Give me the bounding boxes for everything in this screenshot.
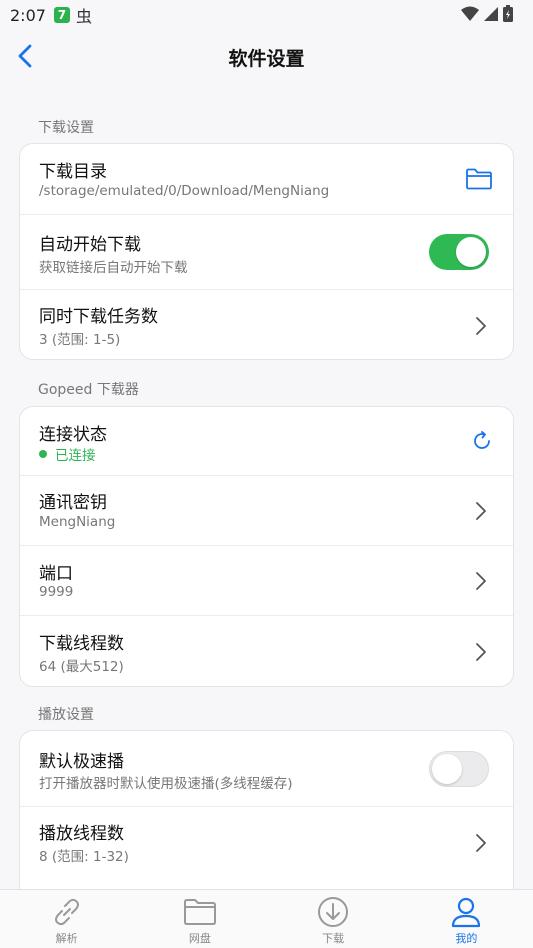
row-title: 端口 bbox=[39, 564, 73, 584]
row-subtitle: 获取链接后自动开始下载 bbox=[39, 260, 188, 276]
row-subtitle: 9999 bbox=[39, 584, 74, 600]
row-title: 播放线程数 bbox=[39, 824, 124, 844]
refresh-button[interactable] bbox=[471, 430, 493, 452]
row-title: 下载线程数 bbox=[39, 634, 124, 654]
app-notification-icon: 7 bbox=[53, 7, 70, 23]
chevron-right-icon bbox=[476, 833, 486, 852]
row-subtitle: 8 (范围: 1-32) bbox=[39, 849, 129, 865]
row-title: 同时下载任务数 bbox=[39, 307, 158, 327]
folder-button[interactable] bbox=[465, 168, 493, 190]
status-right bbox=[461, 5, 513, 22]
section-label-download: 下载设置 bbox=[38, 120, 94, 136]
row-download-dir[interactable]: 下载目录 /storage/emulated/0/Download/MengNi… bbox=[20, 144, 513, 215]
fast-play-toggle[interactable] bbox=[429, 750, 489, 787]
tab-label: 我的 bbox=[455, 932, 478, 945]
row-title: 通讯密钥 bbox=[39, 493, 107, 513]
page-title: 软件设置 bbox=[228, 48, 305, 70]
chevron-right-icon bbox=[476, 316, 486, 335]
row-playback-threads[interactable]: 播放线程数 8 (范围: 1-32) bbox=[20, 807, 513, 878]
bug-glyph: 虫 bbox=[75, 7, 92, 26]
folder-icon bbox=[466, 168, 492, 190]
row-subtitle: 64 (最大512) bbox=[39, 659, 124, 675]
refresh-icon bbox=[474, 431, 490, 449]
row-subtitle: 3 (范围: 1-5) bbox=[39, 332, 121, 348]
tab-label: 网盘 bbox=[188, 932, 211, 945]
app-header: 软件设置 bbox=[0, 30, 533, 82]
row-download-threads[interactable]: 下载线程数 64 (最大512) bbox=[20, 616, 513, 686]
status-bar: 2:07 7 虫 bbox=[0, 0, 533, 30]
connection-status-text: 已连接 bbox=[39, 444, 96, 464]
tab-parse[interactable]: 解析 bbox=[0, 890, 133, 948]
link-icon bbox=[54, 898, 79, 926]
toggle-knob bbox=[456, 237, 486, 267]
tab-cloud-drive[interactable]: 网盘 bbox=[133, 890, 266, 948]
bug-notification-icon: 虫 bbox=[75, 6, 94, 26]
row-subtitle: 打开播放器时默认使用极速播(多线程缓存) bbox=[39, 776, 293, 792]
row-port[interactable]: 端口 9999 bbox=[20, 546, 513, 616]
row-default-fast-play[interactable]: 默认极速播 打开播放器时默认使用极速播(多线程缓存) bbox=[20, 731, 513, 807]
chevron-right-icon bbox=[476, 643, 486, 661]
status-label: 已连接 bbox=[55, 448, 96, 464]
row-subtitle: /storage/emulated/0/Download/MengNiang bbox=[39, 183, 330, 199]
tab-label: 下载 bbox=[322, 932, 345, 945]
chevron-right-icon bbox=[476, 501, 486, 520]
chevron-right-icon bbox=[476, 571, 486, 590]
row-subtitle: MengNiang bbox=[39, 514, 116, 530]
tab-mine[interactable]: 我的 bbox=[400, 890, 533, 948]
row-secret-key[interactable]: 通讯密钥 MengNiang bbox=[20, 476, 513, 546]
bottom-tab-bar: 解析 网盘 下载 我的 bbox=[0, 889, 533, 948]
status-dot bbox=[39, 450, 47, 458]
section-label-playback: 播放设置 bbox=[38, 707, 94, 723]
tab-label: 解析 bbox=[55, 932, 78, 945]
row-title: 自动开始下载 bbox=[39, 235, 141, 255]
row-title: 默认极速播 bbox=[39, 752, 124, 772]
section-label-gopeed: Gopeed 下载器 bbox=[38, 382, 139, 398]
download-icon bbox=[318, 897, 349, 927]
row-connection-status: 连接状态 已连接 bbox=[20, 407, 513, 476]
row-concurrent-tasks[interactable]: 同时下载任务数 3 (范围: 1-5) bbox=[20, 290, 513, 359]
tab-download[interactable]: 下载 bbox=[267, 890, 400, 948]
user-icon bbox=[452, 897, 481, 928]
row-auto-download[interactable]: 自动开始下载 获取链接后自动开始下载 bbox=[20, 215, 513, 290]
row-title: 下载目录 bbox=[39, 162, 107, 182]
auto-download-toggle[interactable] bbox=[429, 234, 489, 270]
status-time: 2:07 bbox=[10, 5, 46, 25]
row-title: 连接状态 bbox=[39, 425, 107, 445]
folder-icon bbox=[183, 899, 216, 925]
signal-icon bbox=[484, 6, 498, 21]
toggle-knob bbox=[432, 753, 462, 784]
battery-icon bbox=[503, 5, 513, 22]
wifi-icon bbox=[461, 6, 479, 21]
card-gopeed: 连接状态 已连接 通讯密钥 MengNiang 端口 9999 下载线程数 64… bbox=[19, 406, 514, 687]
card-download-settings: 下载目录 /storage/emulated/0/Download/MengNi… bbox=[19, 143, 514, 360]
